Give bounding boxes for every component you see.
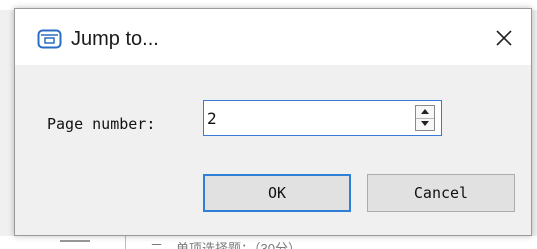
close-button[interactable]: [489, 23, 519, 53]
page-number-label: Page number:: [47, 115, 156, 133]
spin-down-button[interactable]: [416, 118, 434, 130]
window-icon: [37, 28, 63, 50]
ok-button[interactable]: OK: [203, 174, 351, 212]
jump-to-dialog: Jump to... Page number: OK Cancel: [14, 8, 532, 236]
document-text: 二、单项选择题：（30分）: [150, 241, 301, 249]
dialog-titlebar[interactable]: Jump to...: [15, 9, 531, 65]
cancel-button[interactable]: Cancel: [367, 174, 515, 212]
document-divider: [125, 236, 126, 249]
page-number-input[interactable]: [207, 108, 397, 128]
document-background-bottom: 二、单项选择题：（30分）: [0, 236, 537, 249]
close-icon: [496, 30, 512, 46]
document-mark: [60, 240, 90, 242]
page-number-spinbox[interactable]: [203, 100, 442, 136]
dialog-title: Jump to...: [71, 28, 159, 50]
spin-buttons: [415, 105, 435, 131]
